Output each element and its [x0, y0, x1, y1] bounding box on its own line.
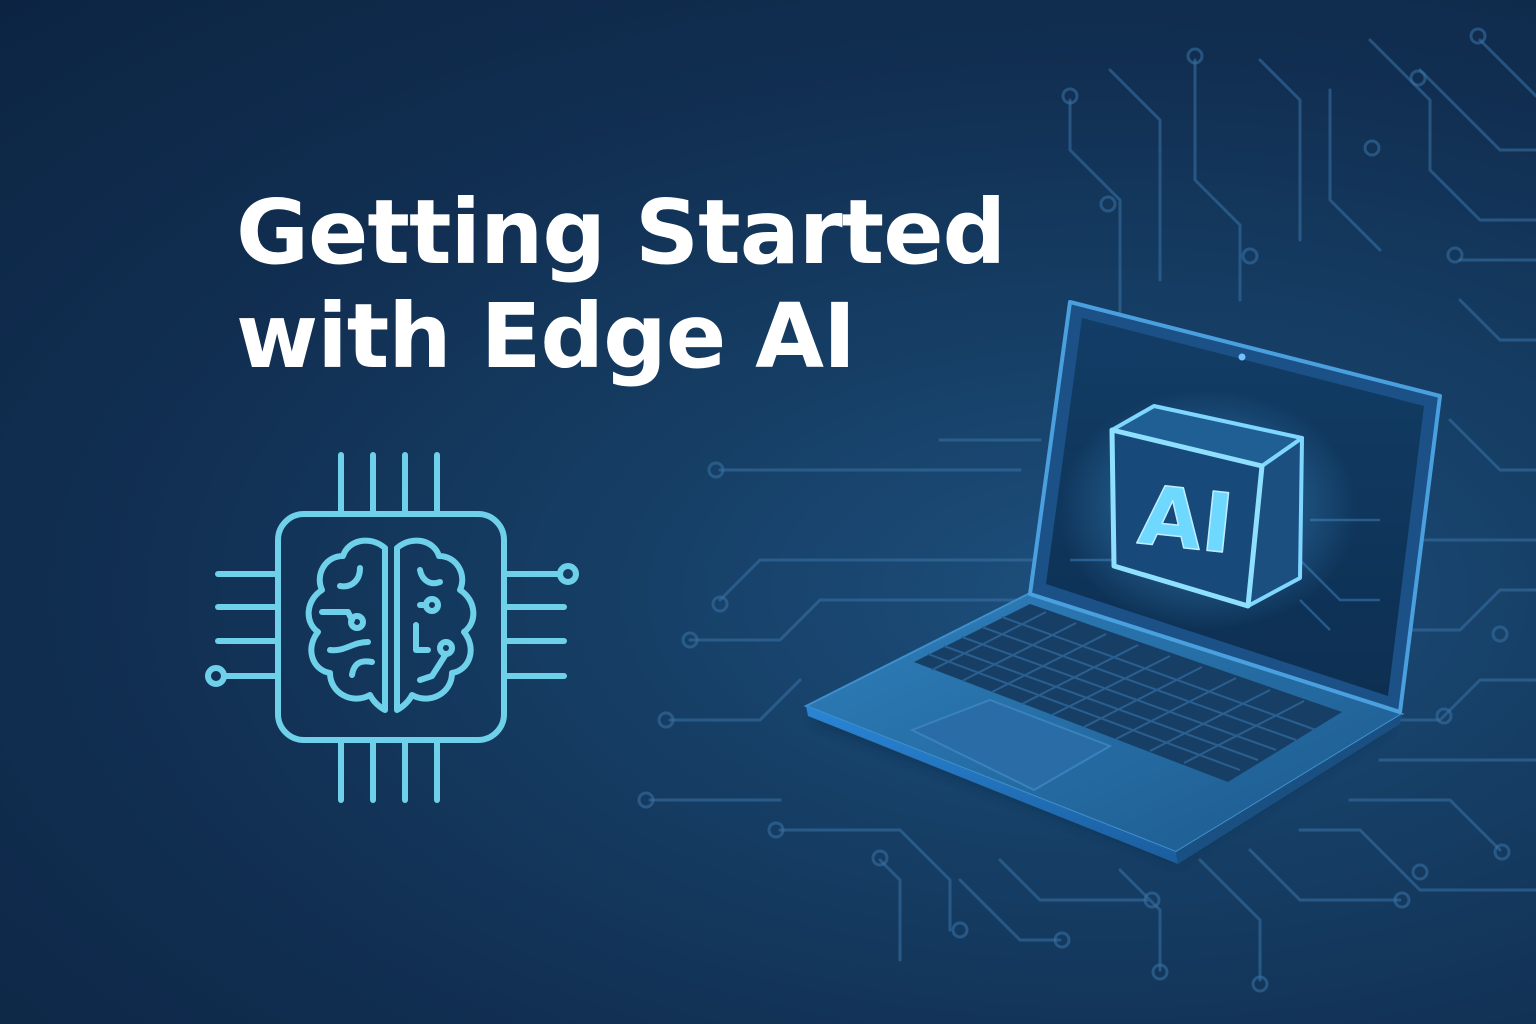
- webcam: [1238, 353, 1246, 361]
- hero-illustration: AI: [205, 27, 1536, 993]
- chip-pins-left: [205, 571, 281, 687]
- chip-pins-right: [501, 563, 579, 679]
- brain-chip-icon: [205, 452, 579, 803]
- brain-right-hemisphere: [394, 537, 477, 713]
- chip-pins-top: [338, 452, 440, 517]
- title-line-2: with Edge AI: [236, 284, 856, 388]
- ai-badge-text: AI: [1134, 468, 1237, 572]
- chip-pins-bottom: [338, 737, 440, 803]
- brain-left-hemisphere: [305, 537, 388, 713]
- page-title: Getting Started with Edge AI: [236, 180, 1136, 388]
- title-line-1: Getting Started: [236, 180, 1006, 284]
- ai-cube-icon: AI: [1109, 404, 1304, 609]
